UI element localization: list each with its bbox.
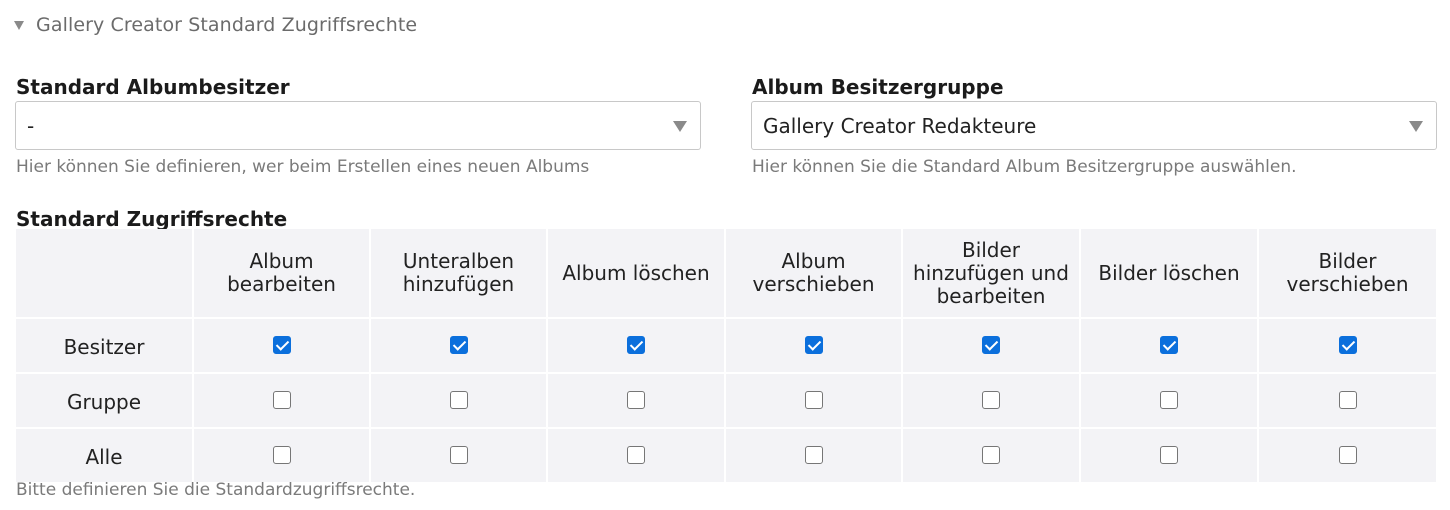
checkbox-icon[interactable] — [449, 446, 468, 464]
permission-cell — [548, 374, 726, 429]
checkbox-icon[interactable] — [627, 336, 645, 354]
permission-cell — [1081, 319, 1259, 374]
permissions-row-besitzer: Besitzer — [16, 319, 1436, 374]
permission-cell — [726, 319, 903, 374]
permissions-row-alle: Alle — [16, 429, 1436, 482]
checkbox-icon[interactable] — [449, 391, 468, 409]
checkbox-icon[interactable] — [982, 336, 1000, 354]
permission-cell — [1259, 319, 1436, 374]
column-header-unteralben-hinzufuegen: Unteralben hinzufügen — [371, 229, 548, 319]
row-label-besitzer: Besitzer — [16, 319, 194, 374]
row-label-alle: Alle — [16, 429, 194, 482]
owner-select-value: - — [27, 114, 35, 138]
owner-select[interactable]: - — [15, 101, 701, 150]
column-header-album-verschieben: Album verschieben — [726, 229, 903, 319]
checkbox-icon[interactable] — [1160, 446, 1178, 464]
permission-cell — [1081, 374, 1259, 429]
row-label-gruppe: Gruppe — [16, 374, 194, 429]
checkbox-icon[interactable] — [1338, 446, 1357, 464]
permissions-row-gruppe: Gruppe — [16, 374, 1436, 429]
permission-cell — [903, 319, 1081, 374]
column-header-bilder-verschieben: Bilder verschieben — [1259, 229, 1436, 319]
permission-cell — [194, 319, 371, 374]
group-select-value: Gallery Creator Redakteure — [763, 114, 1037, 138]
checkbox-icon[interactable] — [804, 336, 823, 354]
group-select[interactable]: Gallery Creator Redakteure — [751, 101, 1437, 150]
fieldset-legend-toggle[interactable]: Gallery Creator Standard Zugriffsrechte — [14, 12, 417, 38]
permission-cell — [194, 374, 371, 429]
group-label: Album Besitzergruppe — [752, 75, 1004, 99]
permission-cell — [903, 374, 1081, 429]
triangle-down-icon — [14, 21, 24, 30]
permission-cell — [371, 429, 548, 482]
group-widget: Album Besitzergruppe — [752, 74, 1004, 100]
checkbox-icon[interactable] — [1338, 391, 1357, 409]
chevron-down-icon — [673, 121, 687, 132]
group-help: Hier können Sie die Standard Album Besit… — [752, 157, 1297, 177]
checkbox-icon[interactable] — [1160, 336, 1178, 354]
permission-cell — [903, 429, 1081, 482]
checkbox-icon[interactable] — [982, 446, 1000, 464]
owner-widget: Standard Albumbesitzer — [16, 74, 290, 100]
fieldset-legend-title: Gallery Creator Standard Zugriffsrechte — [36, 14, 418, 36]
permission-cell — [548, 429, 726, 482]
column-header-album-bearbeiten: Album bearbeiten — [194, 229, 371, 319]
permission-cell — [548, 319, 726, 374]
permission-cell — [726, 429, 903, 482]
column-header-album-loeschen: Album löschen — [548, 229, 726, 319]
checkbox-icon[interactable] — [272, 446, 291, 464]
owner-help: Hier können Sie definieren, wer beim Ers… — [16, 157, 590, 177]
permissions-help: Bitte definieren Sie die Standardzugriff… — [16, 480, 416, 500]
checkbox-icon[interactable] — [627, 391, 645, 409]
permission-cell — [194, 429, 371, 482]
permissions-header-row: Album bearbeiten Unteralben hinzufügen A… — [16, 229, 1436, 319]
checkbox-icon[interactable] — [1338, 336, 1357, 354]
checkbox-icon[interactable] — [272, 391, 291, 409]
chevron-down-icon — [1409, 121, 1423, 132]
checkbox-icon[interactable] — [982, 391, 1000, 409]
permission-cell — [1259, 374, 1436, 429]
permission-cell — [371, 319, 548, 374]
checkbox-icon[interactable] — [1160, 391, 1178, 409]
checkbox-icon[interactable] — [449, 336, 468, 354]
permission-cell — [1259, 429, 1436, 482]
checkbox-icon[interactable] — [272, 336, 291, 354]
permissions-table: Album bearbeiten Unteralben hinzufügen A… — [16, 229, 1436, 482]
column-header-bilder-hinzufuegen: Bilder hinzufügen und bearbeiten — [903, 229, 1081, 319]
permission-cell — [371, 374, 548, 429]
column-header-bilder-loeschen: Bilder löschen — [1081, 229, 1259, 319]
permission-cell — [1081, 429, 1259, 482]
owner-label: Standard Albumbesitzer — [16, 75, 290, 99]
permission-cell — [726, 374, 903, 429]
header-corner-cell — [16, 229, 194, 319]
checkbox-icon[interactable] — [804, 391, 823, 409]
checkbox-icon[interactable] — [627, 446, 645, 464]
checkbox-icon[interactable] — [804, 446, 823, 464]
